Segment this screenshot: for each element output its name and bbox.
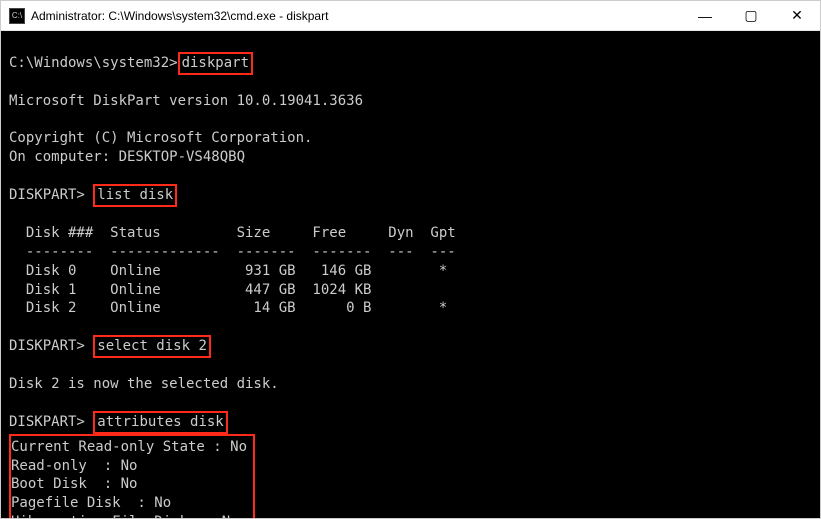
attr-pagefile: Pagefile Disk : No bbox=[11, 495, 171, 511]
attributes-output-highlight: Current Read-only State : No Read-only :… bbox=[9, 434, 255, 518]
window-controls: — ▢ ✕ bbox=[682, 1, 820, 31]
diskpart-prompt: DISKPART> bbox=[9, 338, 93, 354]
minimize-button[interactable]: — bbox=[682, 1, 728, 31]
cmd-attributes-highlight: attributes disk bbox=[93, 411, 227, 434]
attr-readonly: Read-only : No bbox=[11, 458, 137, 474]
table-row: Disk 1 Online 447 GB 1024 KB bbox=[9, 282, 371, 298]
cmd-selectdisk-highlight: select disk 2 bbox=[93, 335, 211, 358]
diskpart-prompt: DISKPART> bbox=[9, 187, 93, 203]
cmd-diskpart: diskpart bbox=[182, 55, 249, 71]
line-computer: On computer: DESKTOP-VS48QBQ bbox=[9, 149, 245, 165]
cmd-selectdisk: select disk 2 bbox=[97, 338, 207, 354]
cmd-attributes: attributes disk bbox=[97, 414, 223, 430]
table-divider: -------- ------------- ------- ------- -… bbox=[9, 244, 456, 260]
line-selected: Disk 2 is now the selected disk. bbox=[9, 376, 279, 392]
close-button[interactable]: ✕ bbox=[774, 1, 820, 31]
diskpart-prompt: DISKPART> bbox=[9, 414, 93, 430]
terminal[interactable]: C:\Windows\system32>diskpart Microsoft D… bbox=[1, 31, 820, 518]
cmd-icon: C:\ bbox=[9, 8, 25, 24]
line-copyright: Copyright (C) Microsoft Corporation. bbox=[9, 130, 312, 146]
attr-hibernation: Hibernation File Disk : No bbox=[11, 514, 239, 518]
table-row: Disk 2 Online 14 GB 0 B * bbox=[9, 300, 447, 316]
attr-readonly-state: Current Read-only State : No bbox=[11, 439, 247, 455]
cmd-window: C:\ Administrator: C:\Windows\system32\c… bbox=[0, 0, 821, 519]
table-header: Disk ### Status Size Free Dyn Gpt bbox=[9, 225, 456, 241]
prompt-path: C:\Windows\system32> bbox=[9, 55, 178, 71]
maximize-button[interactable]: ▢ bbox=[728, 1, 774, 31]
line-version: Microsoft DiskPart version 10.0.19041.36… bbox=[9, 93, 363, 109]
cmd-listdisk-highlight: list disk bbox=[93, 184, 177, 207]
cmd-diskpart-highlight: diskpart bbox=[178, 52, 253, 75]
attr-bootdisk: Boot Disk : No bbox=[11, 476, 137, 492]
table-row: Disk 0 Online 931 GB 146 GB * bbox=[9, 263, 447, 279]
cmd-listdisk: list disk bbox=[97, 187, 173, 203]
window-title: Administrator: C:\Windows\system32\cmd.e… bbox=[31, 9, 682, 23]
titlebar[interactable]: C:\ Administrator: C:\Windows\system32\c… bbox=[1, 1, 820, 31]
